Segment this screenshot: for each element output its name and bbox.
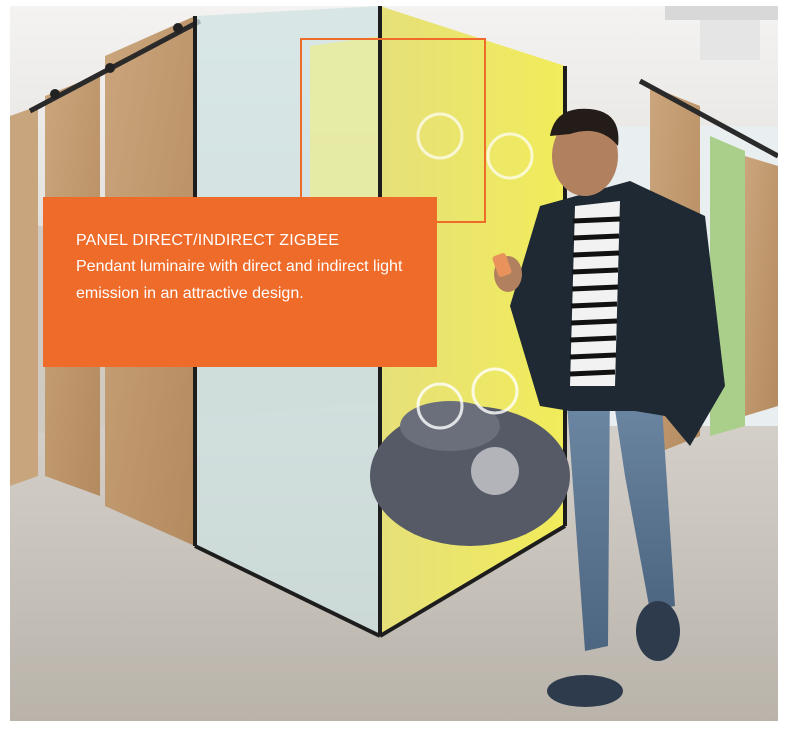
product-callout: PANEL DIRECT/INDIRECT ZIGBEE Pendant lum… [43,197,437,367]
product-description: Pendant luminaire with direct and indire… [76,258,403,302]
luminaire-highlight-frame [300,38,486,223]
product-title: PANEL DIRECT/INDIRECT ZIGBEE [76,232,340,249]
